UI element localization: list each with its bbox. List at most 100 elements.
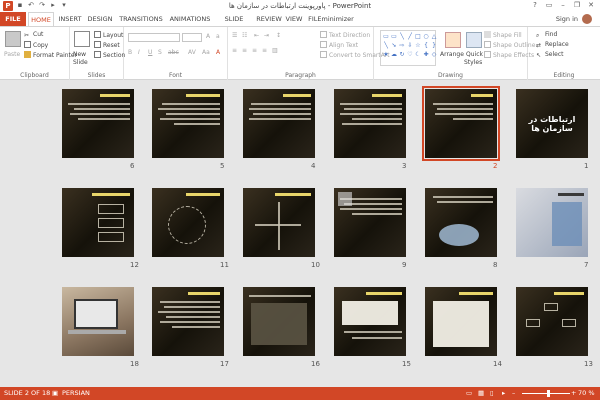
zoom-out-button[interactable]: – <box>512 387 515 400</box>
tab-slide-show[interactable]: SLIDE SHOW <box>214 12 254 37</box>
minimize-button[interactable]: – <box>556 0 570 11</box>
slide-thumbnail-15[interactable] <box>334 287 406 356</box>
reading-view-icon[interactable]: ▯ <box>490 387 494 400</box>
slide-thumbnail-9[interactable] <box>334 188 406 257</box>
numbering-button[interactable]: ☷ <box>242 32 247 40</box>
tab-review[interactable]: REVIEW <box>256 12 282 26</box>
quick-styles-button-line2[interactable]: Styles <box>464 59 482 67</box>
line-shape-icon[interactable]: ╲ <box>398 32 406 41</box>
bold-button[interactable]: B <box>128 49 132 57</box>
slide-thumbnail-1[interactable]: ارتباطات در سازمان ها <box>516 89 588 158</box>
align-text-button[interactable]: Align Text <box>320 41 358 50</box>
oval-shape-icon[interactable]: ○ <box>422 32 430 41</box>
cloud-shape-icon[interactable]: ☁ <box>390 50 398 59</box>
tab-view[interactable]: VIEW <box>284 12 304 26</box>
slide-thumbnail-14[interactable] <box>425 287 497 356</box>
star-shape-icon[interactable]: ★ <box>382 50 390 59</box>
strikethrough-button[interactable]: abc <box>168 49 179 57</box>
quick-styles-icon[interactable] <box>466 32 482 48</box>
tab-transitions[interactable]: TRANSITIONS <box>117 12 165 26</box>
find-button[interactable]: ⌕ Find <box>536 31 557 39</box>
layout-button[interactable]: Layout <box>94 31 123 40</box>
decrease-indent-button[interactable]: ⇤ <box>254 32 259 40</box>
tab-fileminimizer[interactable]: FILEminimizer <box>308 12 354 26</box>
slide-thumbnail-18[interactable] <box>62 287 134 356</box>
language-status-icon[interactable]: ▣ <box>52 387 58 400</box>
star-shape-icon[interactable]: ☆ <box>414 41 422 50</box>
sign-in-link[interactable]: Sign in <box>556 12 578 26</box>
shape-fill-button[interactable]: Shape Fill <box>484 31 522 40</box>
paste-button[interactable]: Paste <box>4 51 20 59</box>
bullets-button[interactable]: ☰ <box>232 32 237 40</box>
slide-sorter-view-icon[interactable]: ▦ <box>478 387 484 400</box>
account-avatar[interactable] <box>582 14 592 24</box>
increase-indent-button[interactable]: ⇥ <box>264 32 269 40</box>
line-spacing-button[interactable]: ↕ <box>276 32 281 40</box>
line-shape-icon[interactable]: ╱ <box>406 32 414 41</box>
moon-shape-icon[interactable]: ☾ <box>414 50 422 59</box>
tab-file[interactable]: FILE <box>0 12 26 26</box>
slide-thumbnail-5[interactable] <box>152 89 224 158</box>
italic-button[interactable]: I <box>138 49 140 57</box>
close-button[interactable]: ✕ <box>584 0 598 11</box>
language-status[interactable]: PERSIAN <box>62 387 90 400</box>
diamond-shape-icon[interactable]: ◇ <box>430 50 438 59</box>
reset-button[interactable]: Reset <box>94 41 120 50</box>
quick-styles-button[interactable]: Quick <box>466 51 483 59</box>
character-spacing-button[interactable]: AV <box>188 49 196 57</box>
slide-thumbnail-10[interactable] <box>243 188 315 257</box>
section-button[interactable]: Section <box>94 51 125 60</box>
font-size-field[interactable] <box>182 33 202 42</box>
font-color-button[interactable]: A <box>216 49 220 57</box>
slide-thumbnail-8[interactable] <box>425 188 497 257</box>
new-slide-icon[interactable] <box>74 31 90 47</box>
select-button[interactable]: ↖ Select <box>536 51 564 59</box>
slide-thumbnail-17[interactable] <box>152 287 224 356</box>
textbox-shape-icon[interactable]: ▭ <box>390 32 398 41</box>
ribbon-display-options-button[interactable]: ▭ <box>542 0 556 11</box>
new-slide-button-line2[interactable]: Slide <box>73 59 88 67</box>
slide-thumbnail-3[interactable] <box>334 89 406 158</box>
normal-view-icon[interactable]: ▭ <box>466 387 472 400</box>
tab-animations[interactable]: ANIMATIONS <box>168 12 212 26</box>
arrow-shape-icon[interactable]: ↻ <box>398 50 406 59</box>
heart-shape-icon[interactable]: ♡ <box>406 50 414 59</box>
paste-icon[interactable] <box>5 31 21 47</box>
arrange-icon[interactable] <box>445 32 461 48</box>
tab-home[interactable]: HOME <box>28 12 54 26</box>
zoom-level[interactable]: 70 % <box>578 387 595 400</box>
tab-design[interactable]: DESIGN <box>86 12 114 26</box>
tab-insert[interactable]: INSERT <box>57 12 83 26</box>
maximize-button[interactable]: ❐ <box>570 0 584 11</box>
copy-button[interactable]: Copy <box>24 41 48 50</box>
slide-thumbnail-16[interactable] <box>243 287 315 356</box>
justify-button[interactable]: ≡ <box>262 47 267 55</box>
rectangle-shape-icon[interactable]: □ <box>414 32 422 41</box>
shapes-gallery[interactable]: ▭ ▭ ╲ ╱ □ ○ △ ╲ ➘ ⇨ ⇩ ☆{} ★ ☁ ↻ ♡ ☾ ✚ ◇ <box>380 30 436 66</box>
triangle-shape-icon[interactable]: △ <box>430 32 438 41</box>
slide-thumbnail-12[interactable] <box>62 188 134 257</box>
help-button[interactable]: ? <box>528 0 542 11</box>
arrow-shape-icon[interactable]: ➘ <box>390 41 398 50</box>
shadow-button[interactable]: S <box>158 49 162 57</box>
align-right-button[interactable]: ≡ <box>252 47 257 55</box>
underline-button[interactable]: U <box>148 49 152 57</box>
slide-thumbnail-7[interactable] <box>516 188 588 257</box>
shrink-font-button[interactable]: a <box>216 33 220 41</box>
font-name-field[interactable] <box>128 33 180 42</box>
columns-button[interactable]: ▥ <box>272 47 278 55</box>
center-button[interactable]: ≡ <box>242 47 247 55</box>
arrange-button[interactable]: Arrange <box>440 51 464 59</box>
brace-shape-icon[interactable]: { <box>422 41 430 50</box>
zoom-slider-thumb[interactable] <box>546 390 550 397</box>
slide-thumbnail-4[interactable] <box>243 89 315 158</box>
replace-button[interactable]: ⇄ Replace <box>536 41 569 49</box>
arrow-shape-icon[interactable]: ⇩ <box>406 41 414 50</box>
cut-button[interactable]: ✂ Cut <box>24 31 43 39</box>
text-direction-button[interactable]: Text Direction <box>320 31 370 40</box>
align-left-button[interactable]: ≡ <box>232 47 237 55</box>
slide-thumbnail-11[interactable] <box>152 188 224 257</box>
slide-thumbnail-2[interactable] <box>422 86 500 161</box>
cross-shape-icon[interactable]: ✚ <box>422 50 430 59</box>
grow-font-button[interactable]: A <box>206 33 210 41</box>
